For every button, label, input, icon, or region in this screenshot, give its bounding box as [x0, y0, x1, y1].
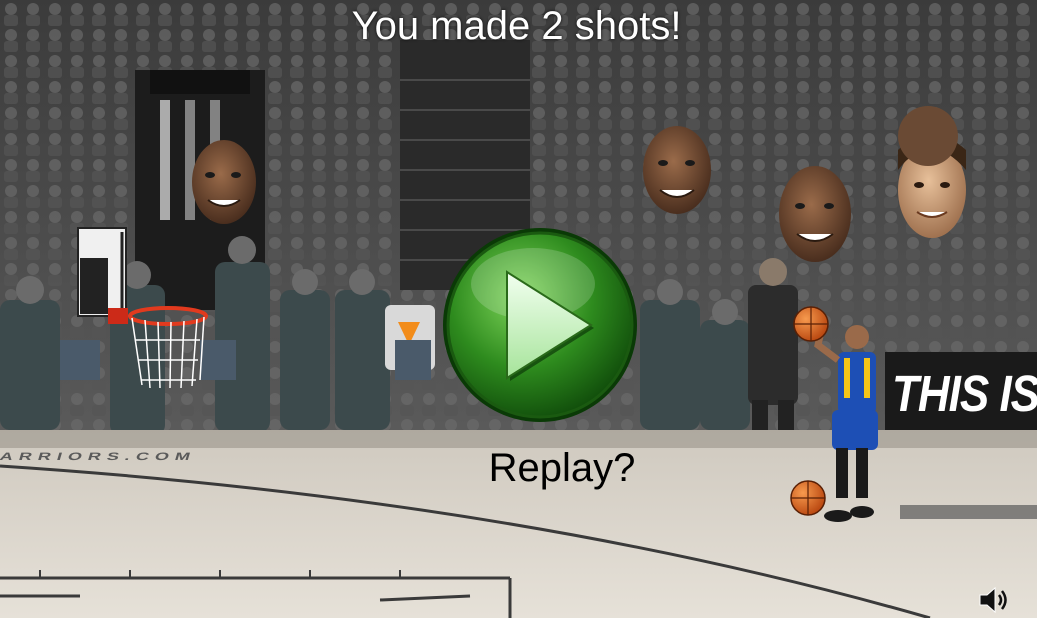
replay-button[interactable]	[441, 226, 639, 424]
ad-banner-text: THIS IS WI	[892, 366, 1037, 423]
fan-head-3	[779, 166, 851, 262]
speaker-icon	[979, 586, 1007, 614]
result-message: You made 2 shots!	[351, 4, 682, 48]
replay-label[interactable]: Replay?	[462, 446, 662, 491]
fan-head-1	[192, 140, 256, 224]
sound-toggle-button[interactable]	[978, 586, 1012, 614]
court-sponsor-text: ARRIORS.COM	[0, 450, 198, 463]
fan-head-2	[643, 126, 711, 214]
play-icon	[443, 228, 637, 422]
game-stage: ARRIORS.COM THIS IS WI You made 2 shots!…	[0, 0, 1037, 618]
fan-head-5	[898, 106, 958, 166]
